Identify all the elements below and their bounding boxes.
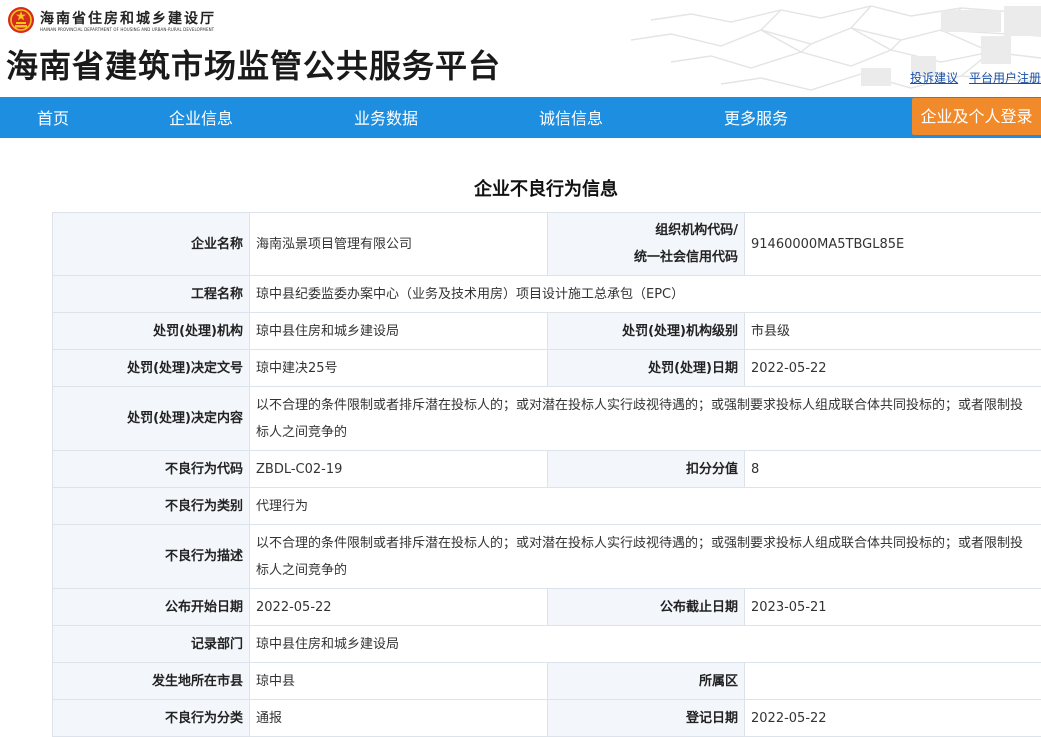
top-links: 投诉建议 平台用户注册 xyxy=(903,69,1041,86)
org-code-label: 组织机构代码/ 统一社会信用代码 xyxy=(548,213,745,276)
department-name: 海南省住房和城乡建设厅 xyxy=(40,8,216,28)
penalty-org-label: 处罚(处理)机构 xyxy=(53,313,250,350)
table-row: 不良行为代码 ZBDL-C02-19 扣分分值 8 xyxy=(53,451,1041,488)
record-dept-value: 琼中县住房和城乡建设局 xyxy=(250,626,1041,663)
behavior-category-label: 不良行为类别 xyxy=(53,488,250,525)
complaint-link[interactable]: 投诉建议 xyxy=(910,71,958,85)
behavior-code-label: 不良行为代码 xyxy=(53,451,250,488)
deduction-label: 扣分分值 xyxy=(548,451,745,488)
register-link[interactable]: 平台用户注册 xyxy=(969,71,1041,85)
deduction-value: 8 xyxy=(745,451,1041,488)
publish-end-value: 2023-05-21 xyxy=(745,589,1041,626)
behavior-class-label: 不良行为分类 xyxy=(53,700,250,737)
national-emblem-icon xyxy=(7,6,35,34)
table-row: 处罚(处理)决定内容 以不合理的条件限制或者排斥潜在投标人的；或对潜在投标人实行… xyxy=(53,387,1041,451)
decision-content-value: 以不合理的条件限制或者排斥潜在投标人的；或对潜在投标人实行歧视待遇的；或强制要求… xyxy=(250,387,1041,451)
table-row: 公布开始日期 2022-05-22 公布截止日期 2023-05-21 xyxy=(53,589,1041,626)
behavior-code-value: ZBDL-C02-19 xyxy=(250,451,548,488)
publish-start-label: 公布开始日期 xyxy=(53,589,250,626)
login-button[interactable]: 企业及个人登录 xyxy=(912,98,1041,135)
nav-more-services[interactable]: 更多服务 xyxy=(724,97,788,138)
company-name-label: 企业名称 xyxy=(53,213,250,276)
decision-no-label: 处罚(处理)决定文号 xyxy=(53,350,250,387)
record-dept-label: 记录部门 xyxy=(53,626,250,663)
district-label: 所属区 xyxy=(548,663,745,700)
penalty-date-label: 处罚(处理)日期 xyxy=(548,350,745,387)
org-code-label-line2: 统一社会信用代码 xyxy=(554,244,738,271)
decision-no-value: 琼中建决25号 xyxy=(250,350,548,387)
behavior-desc-value: 以不合理的条件限制或者排斥潜在投标人的；或对潜在投标人实行歧视待遇的；或强制要求… xyxy=(250,525,1041,589)
company-name-value: 海南泓景项目管理有限公司 xyxy=(250,213,548,276)
decision-content-label: 处罚(处理)决定内容 xyxy=(53,387,250,451)
city-value: 琼中县 xyxy=(250,663,548,700)
table-row: 工程名称 琼中县纪委监委办案中心（业务及技术用房）项目设计施工总承包（EPC） xyxy=(53,276,1041,313)
publish-start-value: 2022-05-22 xyxy=(250,589,548,626)
site-header: 海南省住房和城乡建设厅 HAINAN PROVINCIAL DEPARTMENT… xyxy=(0,0,1041,97)
project-name-value: 琼中县纪委监委办案中心（业务及技术用房）项目设计施工总承包（EPC） xyxy=(250,276,1041,313)
table-row: 不良行为类别 代理行为 xyxy=(53,488,1041,525)
bad-behavior-table: 企业名称 海南泓景项目管理有限公司 组织机构代码/ 统一社会信用代码 91460… xyxy=(52,212,1041,737)
penalty-org-value: 琼中县住房和城乡建设局 xyxy=(250,313,548,350)
behavior-category-value: 代理行为 xyxy=(250,488,1041,525)
table-row: 企业名称 海南泓景项目管理有限公司 组织机构代码/ 统一社会信用代码 91460… xyxy=(53,213,1041,276)
penalty-org-level-value: 市县级 xyxy=(745,313,1041,350)
department-name-english: HAINAN PROVINCIAL DEPARTMENT OF HOUSING … xyxy=(40,27,214,32)
behavior-desc-label: 不良行为描述 xyxy=(53,525,250,589)
penalty-org-level-label: 处罚(处理)机构级别 xyxy=(548,313,745,350)
org-code-label-line1: 组织机构代码/ xyxy=(554,217,738,244)
city-label: 发生地所在市县 xyxy=(53,663,250,700)
table-row: 不良行为描述 以不合理的条件限制或者排斥潜在投标人的；或对潜在投标人实行歧视待遇… xyxy=(53,525,1041,589)
penalty-date-value: 2022-05-22 xyxy=(745,350,1041,387)
main-nav: 首页 企业信息 业务数据 诚信信息 更多服务 企业及个人登录 xyxy=(0,97,1041,138)
table-row: 不良行为分类 通报 登记日期 2022-05-22 xyxy=(53,700,1041,737)
table-row: 处罚(处理)机构 琼中县住房和城乡建设局 处罚(处理)机构级别 市县级 xyxy=(53,313,1041,350)
register-date-value: 2022-05-22 xyxy=(745,700,1041,737)
register-date-label: 登记日期 xyxy=(548,700,745,737)
district-value xyxy=(745,663,1041,700)
table-row: 处罚(处理)决定文号 琼中建决25号 处罚(处理)日期 2022-05-22 xyxy=(53,350,1041,387)
table-row: 记录部门 琼中县住房和城乡建设局 xyxy=(53,626,1041,663)
project-name-label: 工程名称 xyxy=(53,276,250,313)
site-title: 海南省建筑市场监管公共服务平台 xyxy=(6,41,501,87)
nav-business-data[interactable]: 业务数据 xyxy=(354,97,418,138)
nav-credit-info[interactable]: 诚信信息 xyxy=(539,97,603,138)
page-title: 企业不良行为信息 xyxy=(0,175,1041,201)
nav-home[interactable]: 首页 xyxy=(37,97,69,138)
publish-end-label: 公布截止日期 xyxy=(548,589,745,626)
behavior-class-value: 通报 xyxy=(250,700,548,737)
table-row: 发生地所在市县 琼中县 所属区 xyxy=(53,663,1041,700)
nav-company-info[interactable]: 企业信息 xyxy=(169,97,233,138)
org-code-value: 91460000MA5TBGL85E xyxy=(745,213,1041,276)
